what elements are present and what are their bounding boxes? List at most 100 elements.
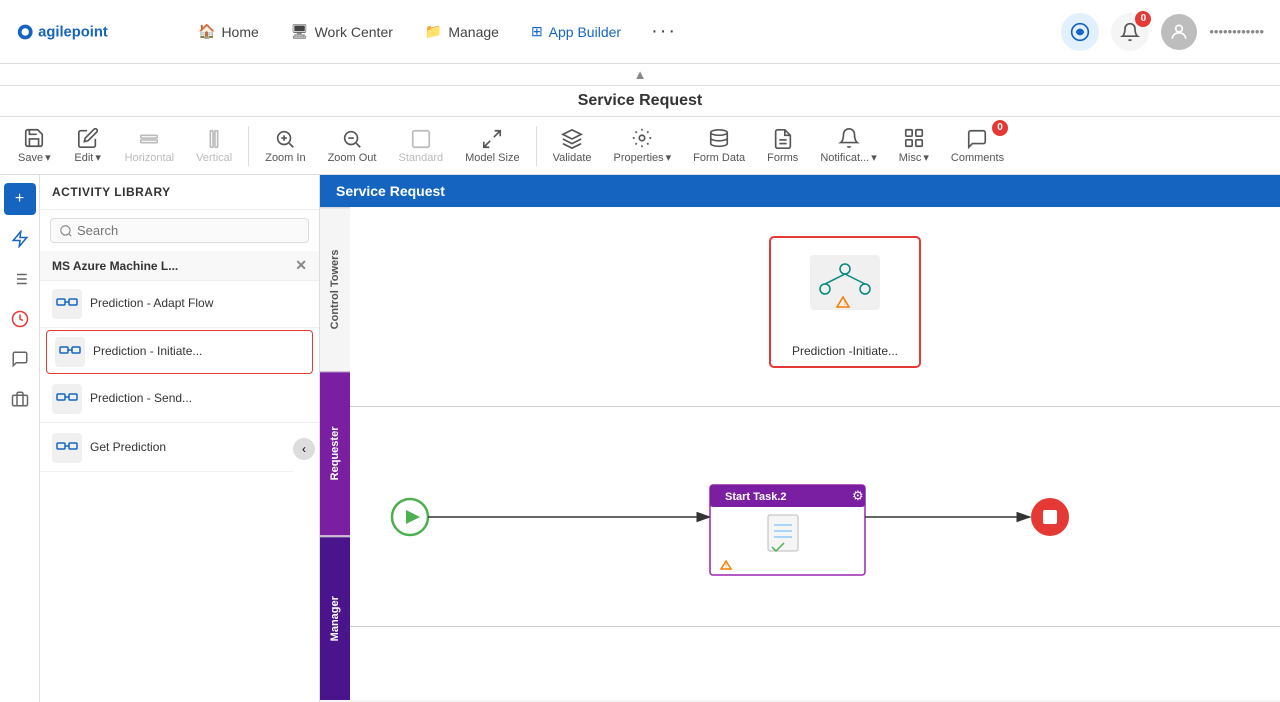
username: •••••••••••• (1209, 24, 1264, 39)
item-label-getprediction: Get Prediction (90, 440, 166, 456)
plus-icon: + (15, 190, 24, 208)
search-box[interactable] (50, 218, 309, 243)
task-gear-icon[interactable]: ⚙ (852, 488, 864, 503)
item-label-initiate: Prediction - Initiate... (93, 344, 202, 360)
notifications-label: Notificat... (820, 152, 869, 164)
close-category-button[interactable]: ✕ (295, 257, 307, 274)
properties-label: Properties (614, 152, 664, 164)
item-icon-initiate (55, 337, 85, 367)
sidebar-icon-id[interactable] (4, 383, 36, 415)
page-title: Service Request (0, 86, 1280, 117)
sidebar-icon-process[interactable] (4, 223, 36, 255)
horizontal-label: Horizontal (125, 152, 175, 164)
item-icon-send (52, 384, 82, 414)
workcenter-icon: 🖥 (291, 23, 309, 40)
nav-items: 🏠 Home 🖥 Work Center 📁 Manage ⊞ App Buil… (184, 12, 689, 51)
lane-label-manager: Manager (320, 536, 350, 700)
form-data-button[interactable]: Form Data (683, 122, 755, 170)
list-item[interactable]: Get Prediction (40, 425, 293, 472)
end-stop-icon (1043, 510, 1057, 524)
nav-appbuilder[interactable]: ⊞ App Builder (517, 15, 635, 48)
lane-label-requester: Requester (320, 371, 350, 535)
prediction-node-label: Prediction -Initiate... (792, 344, 898, 358)
canvas-svg: ! Prediction -Initiate... Start Task.2 ⚙ (350, 207, 1280, 700)
list-item[interactable]: Prediction - Send... (40, 376, 319, 423)
left-panel: + (0, 175, 320, 702)
category-header: MS Azure Machine L... ✕ (40, 251, 319, 281)
activity-library-header: ACTIVITY LIBRARY (40, 175, 319, 210)
item-icon-adapt (52, 289, 82, 319)
save-button[interactable]: Save ▾ (8, 121, 61, 170)
nav-workcenter[interactable]: 🖥 Work Center (277, 15, 407, 48)
collapse-bar[interactable]: ▲ (0, 64, 1280, 86)
forms-button[interactable]: Forms (757, 122, 808, 170)
nav-workcenter-label: Work Center (315, 24, 393, 40)
category-title: MS Azure Machine L... (52, 259, 178, 273)
save-label: Save (18, 152, 43, 164)
sidebar-icon-column: + (0, 175, 40, 702)
edit-label: Edit (74, 152, 93, 164)
activity-library-panel: ACTIVITY LIBRARY MS Azure Machine L... ✕ (40, 175, 320, 702)
validate-label: Validate (553, 152, 592, 164)
validate-button[interactable]: Validate (543, 122, 602, 170)
collapse-sidebar-button[interactable]: ‹ (293, 438, 315, 460)
nav-manage-label: Manage (448, 24, 499, 40)
model-size-button[interactable]: Model Size (455, 122, 529, 170)
zoom-out-label: Zoom Out (328, 152, 377, 164)
item-label-send: Prediction - Send... (90, 391, 192, 407)
canvas-title: Service Request (320, 175, 1280, 207)
toolbar-divider-2 (536, 126, 537, 166)
notifications-toolbar-button[interactable]: Notificat... ▾ (810, 121, 886, 170)
ai-icon-button[interactable] (1061, 13, 1099, 51)
comments-label: Comments (951, 152, 1004, 164)
nav-more-button[interactable]: ··· (639, 12, 689, 51)
nav-right: 0 •••••••••••• (1061, 13, 1264, 51)
toolbar-divider-1 (248, 126, 249, 166)
canvas-content: Control Towers Requester Manager (320, 207, 1280, 700)
sidebar-icon-chat[interactable] (4, 343, 36, 375)
avatar[interactable] (1161, 14, 1197, 50)
zoom-in-label: Zoom In (265, 152, 305, 164)
list-item-selected[interactable]: Prediction - Initiate... (46, 330, 313, 374)
standard-button[interactable]: Standard (388, 122, 453, 170)
top-navigation: agilepoint 🏠 Home 🖥 Work Center 📁 Manage… (0, 0, 1280, 64)
zoom-in-button[interactable]: Zoom In (255, 122, 315, 170)
item-icon-getpred (52, 433, 82, 463)
activity-library-title: ACTIVITY LIBRARY (52, 185, 171, 199)
sidebar-icon-add[interactable]: + (4, 183, 36, 215)
sidebar-icon-list[interactable] (4, 263, 36, 295)
sidebar-icon-clock[interactable] (4, 303, 36, 335)
edit-button[interactable]: Edit ▾ (63, 121, 113, 170)
nav-manage[interactable]: 📁 Manage (411, 15, 513, 48)
nav-home[interactable]: 🏠 Home (184, 15, 273, 48)
comments-badge: 0 (992, 120, 1008, 136)
lane-labels: Control Towers Requester Manager (320, 207, 350, 700)
vertical-button[interactable]: Vertical (186, 122, 242, 170)
nav-home-label: Home (221, 24, 258, 40)
horizontal-button[interactable]: Horizontal (115, 122, 185, 170)
search-input[interactable] (77, 223, 300, 238)
notifications-button[interactable]: 0 (1111, 13, 1149, 51)
zoom-out-button[interactable]: Zoom Out (318, 122, 387, 170)
logo[interactable]: agilepoint (16, 14, 136, 50)
standard-label: Standard (398, 152, 443, 164)
appbuilder-icon: ⊞ (531, 23, 543, 40)
misc-button[interactable]: Misc ▾ (889, 121, 939, 170)
manage-icon: 📁 (425, 23, 442, 40)
item-label-adapt: Prediction - Adapt Flow (90, 296, 213, 312)
nav-appbuilder-label: App Builder (549, 24, 621, 40)
properties-button[interactable]: Properties ▾ (604, 121, 682, 170)
forms-label: Forms (767, 152, 798, 164)
comments-button[interactable]: 0 Comments (941, 122, 1014, 170)
list-item[interactable]: Prediction - Adapt Flow (40, 281, 319, 328)
home-icon: 🏠 (198, 23, 215, 40)
model-size-label: Model Size (465, 152, 519, 164)
notifications-badge: 0 (1135, 11, 1151, 27)
form-data-label: Form Data (693, 152, 745, 164)
search-icon (59, 224, 73, 238)
task-header-label: Start Task.2 (725, 491, 787, 503)
misc-label: Misc (899, 152, 922, 164)
svg-text:!: ! (844, 300, 846, 307)
lane-label-control-towers: Control Towers (320, 207, 350, 371)
toolbar: Save ▾ Edit ▾ Horizontal Vertical (0, 117, 1280, 175)
